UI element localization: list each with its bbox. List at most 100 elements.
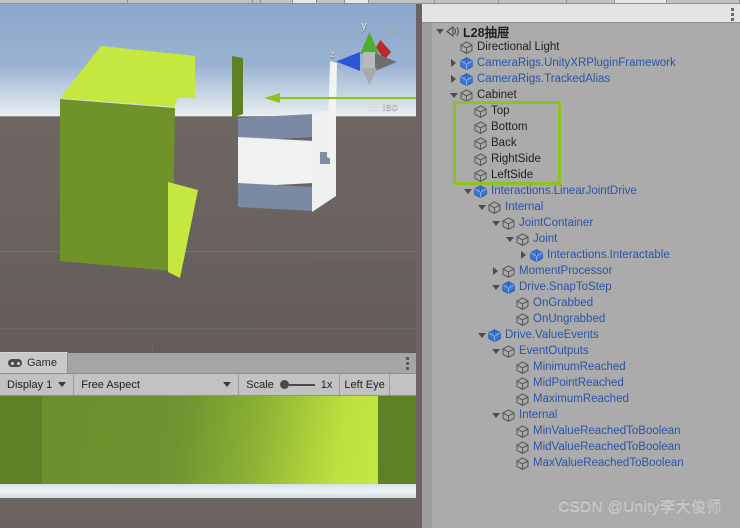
- chevron-down-icon[interactable]: [476, 204, 487, 210]
- hierarchy-row[interactable]: Internal: [422, 407, 740, 423]
- hierarchy-row[interactable]: Top: [422, 103, 740, 119]
- chevron-down-icon[interactable]: [476, 332, 487, 338]
- kebab-menu-icon[interactable]: [731, 8, 734, 23]
- hierarchy-row[interactable]: JointContainer: [422, 215, 740, 231]
- hierarchy-row-label: Interactions.Interactable: [547, 249, 670, 261]
- hierarchy-row[interactable]: CameraRigs.TrackedAlias: [422, 71, 740, 87]
- scene-icon: [445, 25, 460, 38]
- hierarchy-row-label: MidValueReachedToBoolean: [533, 441, 681, 453]
- hierarchy-header: [422, 4, 740, 23]
- chevron-down-icon[interactable]: [504, 236, 515, 242]
- hierarchy-row[interactable]: Drive.SnapToStep: [422, 279, 740, 295]
- chevron-down-icon[interactable]: [448, 92, 459, 98]
- tab-game[interactable]: Game: [0, 352, 68, 373]
- eye-dropdown[interactable]: Left Eye: [340, 374, 390, 395]
- hierarchy-row-label: Joint: [533, 233, 558, 245]
- gizmo-minus-y-axis-cone[interactable]: [362, 68, 377, 85]
- chevron-down-icon[interactable]: [434, 28, 445, 34]
- slider-track[interactable]: [288, 383, 315, 386]
- hierarchy-row[interactable]: OnGrabbed: [422, 295, 740, 311]
- toolbar-segment-pause[interactable]: [317, 0, 345, 3]
- hierarchy-row[interactable]: MidPointReached: [422, 375, 740, 391]
- gameobject-icon: [473, 120, 488, 134]
- toolbar-segment-cloud[interactable]: [435, 0, 499, 3]
- hierarchy-row[interactable]: EventOutputs: [422, 343, 740, 359]
- gameobject-icon: [515, 424, 530, 438]
- hierarchy-row[interactable]: Back: [422, 135, 740, 151]
- gameobject-icon: [515, 312, 530, 326]
- hierarchy-row[interactable]: Joint: [422, 231, 740, 247]
- hierarchy-row[interactable]: MaximumReached: [422, 391, 740, 407]
- hierarchy-row[interactable]: Interactions.Interactable: [422, 247, 740, 263]
- gameobject-icon: [515, 376, 530, 390]
- scene-view[interactable]: y z Iso: [0, 4, 416, 353]
- gizmo-lock-icon[interactable]: [390, 26, 397, 34]
- hierarchy-row-label: LeftSide: [491, 169, 534, 181]
- chevron-right-icon[interactable]: [490, 267, 501, 275]
- hierarchy-row[interactable]: CameraRigs.UnityXRPluginFramework: [422, 55, 740, 71]
- chevron-right-icon[interactable]: [448, 75, 459, 83]
- hierarchy-row[interactable]: Internal: [422, 199, 740, 215]
- gizmo-z-axis-cone[interactable]: [336, 52, 360, 71]
- hierarchy-row[interactable]: L28抽屉: [422, 23, 740, 40]
- hierarchy-tree[interactable]: L28抽屉 Directional Light CameraRigs.UnityXR…: [422, 23, 740, 528]
- hierarchy-row[interactable]: MinimumReached: [422, 359, 740, 375]
- toolbar-segment-layout[interactable]: [615, 0, 667, 3]
- hierarchy-row[interactable]: LeftSide: [422, 167, 740, 183]
- chevron-down-icon[interactable]: [462, 188, 473, 194]
- game-cabinet-dark-right: [378, 396, 416, 486]
- kebab-menu-icon[interactable]: [406, 357, 409, 372]
- hierarchy-row-label: MinValueReachedToBoolean: [533, 425, 681, 437]
- hierarchy-row[interactable]: Interactions.LinearJointDrive: [422, 183, 740, 199]
- hierarchy-row[interactable]: Directional Light: [422, 39, 740, 55]
- scale-slider[interactable]: Scale 1x: [239, 374, 341, 395]
- toolbar-segment-pivot[interactable]: [128, 0, 253, 3]
- gameobject-icon: [516, 424, 529, 438]
- hierarchy-row[interactable]: Bottom: [422, 119, 740, 135]
- toolbar-segment-play[interactable]: [293, 0, 317, 3]
- toolbar-segment-collab[interactable]: [369, 0, 435, 3]
- gameobject-icon: [501, 264, 516, 278]
- display-dropdown[interactable]: Display 1: [0, 374, 75, 395]
- chevron-down-icon[interactable]: [490, 284, 501, 290]
- slider-knob[interactable]: [279, 380, 289, 389]
- eye-dropdown-label: Left Eye: [344, 378, 385, 391]
- prefab-icon: [460, 72, 473, 86]
- chevron-right-icon[interactable]: [448, 59, 459, 67]
- gameobject-icon: [502, 264, 515, 278]
- prefab-icon: [529, 248, 544, 262]
- aspect-dropdown[interactable]: Free Aspect: [74, 374, 240, 395]
- toolbar-segment-a[interactable]: [253, 0, 261, 3]
- hierarchy-row[interactable]: RightSide: [422, 151, 740, 167]
- gameobject-icon: [515, 360, 530, 374]
- hierarchy-row[interactable]: Cabinet: [422, 87, 740, 103]
- toolbar-segment-layers[interactable]: [567, 0, 615, 3]
- hierarchy-row[interactable]: MaxValueReachedToBoolean: [422, 455, 740, 471]
- hierarchy-row-label: Back: [491, 137, 517, 149]
- gizmo-y-axis-cone[interactable]: [360, 32, 379, 54]
- hierarchy-row-label: Drive.SnapToStep: [519, 281, 612, 293]
- hierarchy-row[interactable]: OnUngrabbed: [422, 311, 740, 327]
- hierarchy-row-label: EventOutputs: [519, 345, 589, 357]
- chevron-right-icon[interactable]: [518, 251, 529, 259]
- chevron-down-icon[interactable]: [490, 220, 501, 226]
- toolbar-segment-b[interactable]: [261, 0, 293, 3]
- chevron-down-icon[interactable]: [490, 348, 501, 354]
- hierarchy-row[interactable]: MomentProcessor: [422, 263, 740, 279]
- toolbar-segment-transform-tools[interactable]: [0, 0, 128, 3]
- prefab-icon: [530, 248, 543, 262]
- hierarchy-row[interactable]: MidValueReachedToBoolean: [422, 439, 740, 455]
- hierarchy-row[interactable]: Drive.ValueEvents: [422, 327, 740, 343]
- gizmo-center-hub[interactable]: [363, 52, 376, 70]
- hierarchy-row[interactable]: MinValueReachedToBoolean: [422, 423, 740, 439]
- hierarchy-row-label: Bottom: [491, 121, 528, 133]
- game-render-surface[interactable]: [0, 396, 416, 528]
- chevron-down-icon[interactable]: [490, 412, 501, 418]
- drawer-front-white-face: [238, 137, 314, 187]
- scale-slider-control[interactable]: [279, 380, 315, 389]
- toolbar-segment-step[interactable]: [345, 0, 369, 3]
- hierarchy-row-label: Internal: [505, 201, 544, 213]
- scene-axis-gizmo[interactable]: y z: [330, 18, 397, 88]
- hierarchy-row-label: MaximumReached: [533, 393, 629, 405]
- toolbar-segment-account[interactable]: [499, 0, 567, 3]
